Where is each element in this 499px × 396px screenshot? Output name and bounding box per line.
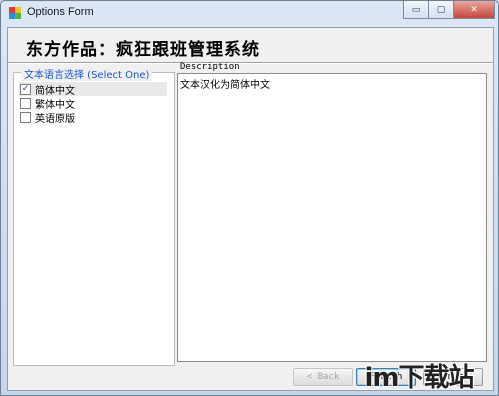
maximize-button[interactable]: ▢ — [428, 1, 454, 19]
language-options-list: ✓ 简体中文 繁体中文 英语原版 — [19, 82, 167, 125]
option-label: 英语原版 — [35, 113, 75, 125]
checkbox-english-original[interactable] — [20, 111, 31, 123]
options-form-window: Options Form ▭ ▢ ✕ 东方作品：疯狂跟班管理系统 文本语言选择 … — [0, 0, 499, 396]
window-title: Options Form — [27, 6, 94, 18]
caption-buttons: ▭ ▢ ✕ — [403, 1, 495, 19]
maximize-icon: ▢ — [436, 4, 446, 15]
title-bar[interactable]: Options Form ▭ ▢ ✕ — [1, 1, 498, 25]
checkbox-traditional-chinese[interactable] — [20, 97, 31, 109]
form-client-area: 东方作品：疯狂跟班管理系统 文本语言选择 (Select One) ✓ 简体中文… — [7, 27, 494, 391]
option-label: 简体中文 — [35, 85, 75, 97]
description-label: Description — [180, 62, 240, 72]
option-simplified-chinese[interactable]: ✓ 简体中文 — [19, 82, 167, 97]
close-button[interactable]: ✕ — [453, 1, 495, 19]
option-english-original[interactable]: 英语原版 — [19, 110, 167, 125]
close-icon: ✕ — [470, 4, 478, 15]
minimize-button[interactable]: ▭ — [403, 1, 429, 19]
site-watermark: im下载站 — [364, 362, 474, 393]
header-divider — [8, 62, 493, 64]
language-groupbox: 文本语言选择 (Select One) ✓ 简体中文 繁体中文 英语原版 — [13, 66, 175, 366]
minimize-icon: ▭ — [411, 4, 421, 15]
page-title: 东方作品：疯狂跟班管理系统 — [26, 40, 260, 60]
option-label: 繁体中文 — [35, 99, 75, 111]
option-traditional-chinese[interactable]: 繁体中文 — [19, 96, 167, 111]
language-group-legend: 文本语言选择 (Select One) — [21, 66, 153, 81]
app-icon — [9, 7, 21, 19]
description-text: 文本汉化为简体中文 — [180, 80, 270, 91]
checkbox-simplified-chinese[interactable]: ✓ — [20, 83, 31, 95]
description-textbox[interactable]: 文本汉化为简体中文 — [177, 73, 487, 362]
